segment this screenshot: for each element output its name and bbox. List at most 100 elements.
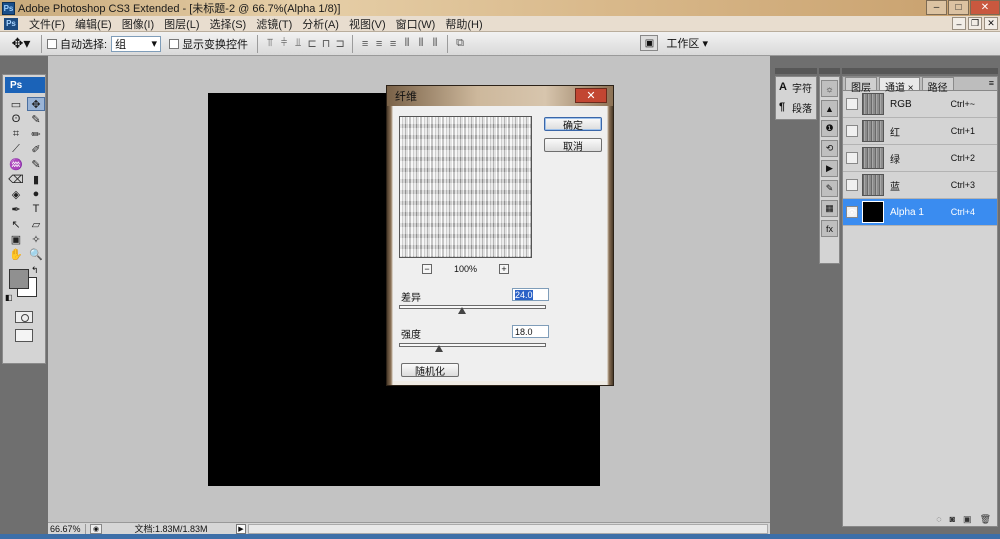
brush-tool-icon[interactable]: ✐ [27,142,45,156]
channel-row[interactable]: 红 Ctrl+1 [843,118,997,145]
doc-close-button[interactable]: ✕ [984,17,998,30]
move-tool-preset-icon[interactable]: ✥▾ [6,34,36,54]
maximize-button[interactable]: □ [948,0,969,15]
menu-filter[interactable]: 滤镜(T) [251,16,297,32]
workspace-label[interactable]: 工作区 ▾ [666,35,708,51]
screen-mode-icon[interactable] [15,329,33,342]
variance-input[interactable]: 24.0 [512,288,549,301]
zoom-level[interactable]: 66.67% [48,523,86,534]
doc-minimize-button[interactable]: – [952,17,966,30]
distribute-right-icon[interactable]: ⦀ [428,37,442,50]
brushes-icon[interactable]: ✎ [821,180,838,197]
auto-align-layers-icon[interactable]: ⧉ [453,37,467,50]
hand-tool-icon[interactable]: ✋ [7,247,25,261]
eye-icon[interactable]: 👁 [846,206,858,218]
align-right-icon[interactable]: ⊐ [333,37,347,50]
dialog-close-button[interactable]: ✕ [575,88,607,103]
load-selection-icon[interactable]: ◌ [936,514,941,524]
randomize-button[interactable]: 随机化 [401,363,459,378]
menu-layer[interactable]: 图层(L) [159,16,204,32]
variance-slider-thumb[interactable] [458,307,467,314]
gradient-tool-icon[interactable]: ▮ [27,172,45,186]
distribute-top-icon[interactable]: ≡ [358,38,372,50]
tab-paths[interactable]: 路径 [921,77,954,94]
status-options-icon[interactable]: ◉ [90,523,102,534]
save-selection-icon[interactable]: ◙ [950,514,955,524]
type-tool-icon[interactable]: T [27,202,45,216]
tab-channels[interactable]: 通道 × [879,77,920,94]
minimize-button[interactable]: – [926,0,947,15]
history-brush-tool-icon[interactable]: ✎ [27,157,45,171]
navigator-icon[interactable]: ☼ [821,80,838,97]
magic-wand-tool-icon[interactable]: ✎ [27,112,45,126]
align-left-icon[interactable]: ⊏ [305,37,319,50]
strength-slider[interactable] [399,343,546,347]
menu-select[interactable]: 选择(S) [205,16,252,32]
eyedropper-tool-icon[interactable]: ✧ [27,232,45,246]
visibility-toggle[interactable] [846,152,858,164]
histogram-icon[interactable]: ▲ [821,100,838,117]
swap-colors-icon[interactable]: ↰ [31,265,39,276]
strength-slider-thumb[interactable] [434,345,443,352]
history-icon[interactable]: ⟲ [821,140,838,157]
healing-brush-tool-icon[interactable]: ⟋ [7,142,25,156]
clone-stamp-tool-icon[interactable]: ♒ [7,157,25,171]
character-panel-button[interactable]: A 字符 [776,77,816,97]
distribute-left-icon[interactable]: ⦀ [400,37,414,50]
visibility-toggle[interactable] [846,179,858,191]
horizontal-scrollbar[interactable] [248,523,768,534]
path-selection-tool-icon[interactable]: ↖ [7,217,25,231]
menu-file[interactable]: 文件(F) [24,16,70,32]
align-bottom-icon[interactable]: ⫫ [291,37,305,50]
channel-row-selected[interactable]: 👁 Alpha 1 Ctrl+4 [843,199,997,226]
lasso-tool-icon[interactable]: ʘ [7,112,25,126]
visibility-toggle[interactable] [846,98,858,110]
dodge-tool-icon[interactable]: ● [27,187,45,201]
panel-grip[interactable] [775,68,817,74]
align-top-icon[interactable]: ⫪ [263,37,277,50]
doc-restore-button[interactable]: ❐ [968,17,982,30]
auto-select-option[interactable]: 自动选择: [47,36,107,52]
strength-input[interactable]: 18.0 [512,325,549,338]
marquee-tool-icon[interactable]: ▭ [7,97,25,111]
menu-help[interactable]: 帮助(H) [440,16,487,32]
close-window-button[interactable]: ✕ [970,0,1000,15]
panel-grip[interactable] [819,68,840,74]
zoom-tool-icon[interactable]: 🔍 [27,247,45,261]
shape-tool-icon[interactable]: ▱ [27,217,45,231]
channel-row[interactable]: RGB Ctrl+~ [843,91,997,118]
eraser-tool-icon[interactable]: ⌫ [7,172,25,186]
panel-grip[interactable] [842,68,998,74]
channel-row[interactable]: 绿 Ctrl+2 [843,145,997,172]
zoom-out-icon[interactable]: − [421,264,432,274]
cancel-button[interactable]: 取消 [544,138,602,153]
crop-tool-icon[interactable]: ⌗ [7,127,25,141]
quick-mask-icon[interactable] [15,311,33,323]
zoom-in-icon[interactable]: + [499,264,510,274]
menu-view[interactable]: 视图(V) [344,16,391,32]
distribute-hcenter-icon[interactable]: ⦀ [414,37,428,50]
notes-tool-icon[interactable]: ▣ [7,232,25,246]
channel-row[interactable]: 蓝 Ctrl+3 [843,172,997,199]
show-transform-checkbox[interactable] [169,38,180,49]
default-colors-icon[interactable]: ◧ [5,293,13,302]
bridge-icon[interactable]: ▣ [640,35,659,51]
menu-image[interactable]: 图像(I) [117,16,159,32]
filter-preview[interactable] [399,116,532,258]
pen-tool-icon[interactable]: ✒ [7,202,25,216]
swatches-icon[interactable]: ▦ [821,200,838,217]
styles-icon[interactable]: fx [821,220,838,237]
ok-button[interactable]: 确定 [544,117,602,132]
panel-menu-icon[interactable]: ≡ [989,78,994,88]
visibility-toggle[interactable] [846,125,858,137]
menu-analysis[interactable]: 分析(A) [297,16,344,32]
workspace-switcher[interactable]: ▣ 工作区 ▾ [640,35,708,51]
auto-select-dropdown[interactable]: 组 ▾ [111,35,162,52]
paragraph-panel-button[interactable]: ¶ 段落 [776,97,816,117]
menu-edit[interactable]: 编辑(E) [70,16,117,32]
show-transform-option[interactable]: 显示变换控件 [169,36,248,52]
slice-tool-icon[interactable]: ✏ [27,127,45,141]
align-hcenter-icon[interactable]: ⊓ [319,37,333,50]
auto-select-checkbox[interactable] [47,38,57,49]
status-menu-arrow-icon[interactable]: ▶ [236,523,246,534]
